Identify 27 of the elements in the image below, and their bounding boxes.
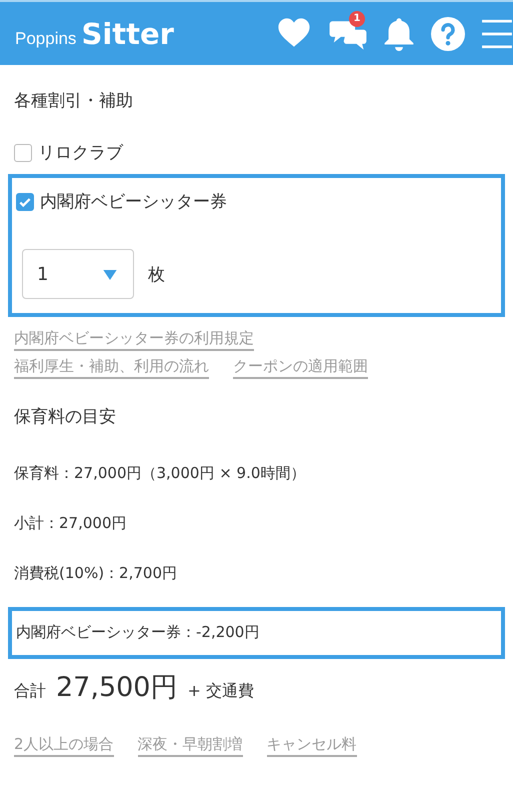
logo-text[interactable]: Sitter [81, 16, 174, 50]
bell-icon[interactable] [383, 16, 415, 50]
section-title: 各種割引・補助 [14, 90, 134, 113]
unit-label: 枚 [148, 264, 165, 286]
info-link[interactable]: 福利厚生・補助、利用の流れ [14, 357, 209, 379]
menu-icon[interactable] [481, 18, 513, 50]
logo-text[interactable]: Poppins [15, 28, 76, 48]
info-link[interactable]: 内閣府ベビーシッター券の利用規定 [14, 329, 254, 351]
quantity-dropdown[interactable]: 1 [22, 249, 134, 299]
price-line: 消費税(10%)：2,700円 [14, 564, 178, 583]
help-icon[interactable] [431, 16, 465, 50]
info-link[interactable]: 2人以上の場合 [14, 735, 114, 757]
checkbox[interactable] [16, 192, 34, 210]
info-link[interactable]: キャンセル料 [266, 735, 357, 757]
checkbox[interactable] [14, 144, 32, 162]
price-line: 保育料：27,000円（3,000円 × 9.0時間） [14, 464, 306, 483]
total-label: 合計 [14, 681, 46, 702]
info-link[interactable]: クーポンの適用範囲 [233, 357, 368, 379]
checkbox-label[interactable]: 内閣府ベビーシッター券 [40, 190, 227, 213]
total-amount: 27,500円 [56, 671, 178, 705]
total-note: + 交通費 [187, 681, 254, 702]
notification-badge: 1 [349, 10, 365, 26]
section-title: 保育料の目安 [14, 406, 117, 429]
info-link[interactable]: 深夜・早朝割増 [138, 735, 243, 757]
price-line: 内閣府ベビーシッター券：-2,200円 [16, 623, 260, 642]
price-line: 小計：27,000円 [14, 514, 128, 533]
checkbox-label[interactable]: リロクラブ [38, 141, 123, 164]
